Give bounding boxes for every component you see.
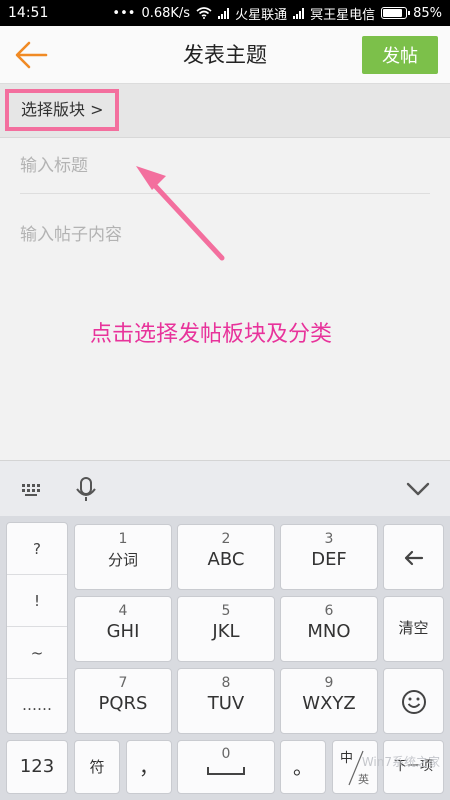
key-label: ABC <box>207 549 245 570</box>
carrier-2: 冥王星电信 <box>310 7 376 23</box>
key-label: DEF <box>311 549 347 570</box>
signal-icon <box>218 7 230 19</box>
key-number: 1 <box>118 531 128 547</box>
emoji-key[interactable] <box>383 668 444 734</box>
annotation-text: 点击选择发帖板块及分类 <box>90 322 333 347</box>
key-4[interactable]: 4 GHI <box>74 596 172 662</box>
numbers-label: 123 <box>19 756 55 777</box>
clear-key[interactable]: 清空 <box>383 596 444 662</box>
clear-label: 清空 <box>398 619 429 637</box>
space-key[interactable]: 0 <box>177 740 275 794</box>
key-2[interactable]: 2 ABC <box>177 524 275 590</box>
key-7[interactable]: 7 PQRS <box>74 668 172 734</box>
key-number: 6 <box>324 603 334 619</box>
period-label: 。 <box>293 755 313 779</box>
backspace-icon <box>404 550 423 566</box>
key-label: TUV <box>207 693 245 714</box>
key-9[interactable]: 9 WXYZ <box>280 668 378 734</box>
title-input[interactable] <box>20 138 430 194</box>
battery-icon <box>381 7 411 19</box>
key-label: JKL <box>212 621 240 642</box>
space-bar-icon <box>207 767 245 775</box>
punct-key-ellipsis[interactable]: …… <box>7 679 67 731</box>
space-number: 0 <box>221 746 231 762</box>
symbols-label: 符 <box>89 758 105 776</box>
key-number: 8 <box>221 675 231 691</box>
network-speed: 0.68K/s <box>141 5 191 21</box>
status-right: ••• 0.68K/s 火星联通 冥王星电信 85% <box>112 4 442 23</box>
more-dots-icon: ••• <box>112 5 136 21</box>
period-key[interactable]: 。 <box>280 740 326 794</box>
key-1[interactable]: 1 分词 <box>74 524 172 590</box>
watermark: Win7系统之家 <box>361 755 440 769</box>
key-number: 2 <box>221 531 231 547</box>
numbers-key[interactable]: 123 <box>6 740 68 794</box>
post-form <box>0 138 450 460</box>
key-8[interactable]: 8 TUV <box>177 668 275 734</box>
keyboard: ? ! ~ …… 1 分词 2 ABC 3 DEF 4 GHI 5 JKL 6 … <box>0 516 450 800</box>
key-number: 7 <box>118 675 128 691</box>
app-header: 发表主题 发帖 <box>0 26 450 84</box>
key-3[interactable]: 3 DEF <box>280 524 378 590</box>
board-row: 选择版块 > <box>0 84 450 138</box>
comma-key[interactable]: ， <box>126 740 172 794</box>
key-6[interactable]: 6 MNO <box>280 596 378 662</box>
punctuation-column: ? ! ~ …… <box>6 522 68 734</box>
key-number: 3 <box>324 531 334 547</box>
keyboard-switch-icon[interactable] <box>18 475 46 503</box>
punct-key-question[interactable]: ? <box>7 523 67 575</box>
post-button[interactable]: 发帖 <box>362 36 438 74</box>
key-number: 9 <box>324 675 334 691</box>
status-bar: 14:51 ••• 0.68K/s 火星联通 冥王星电信 85% <box>0 0 450 26</box>
carrier-1: 火星联通 <box>235 7 288 23</box>
select-board-button[interactable]: 选择版块 > <box>5 89 119 131</box>
signal-icon <box>293 7 305 19</box>
key-label: 分词 <box>107 551 138 569</box>
backspace-key[interactable] <box>383 524 444 590</box>
smiley-icon <box>401 690 426 714</box>
key-number: 5 <box>221 603 231 619</box>
punct-key-tilde[interactable]: ~ <box>7 627 67 679</box>
key-label: WXYZ <box>302 693 356 714</box>
punct-key-exclamation[interactable]: ! <box>7 575 67 627</box>
keyboard-toolbar <box>0 460 450 516</box>
key-number: 4 <box>118 603 128 619</box>
hide-keyboard-icon[interactable] <box>404 475 432 503</box>
comma-label: ， <box>139 755 159 779</box>
key-label: GHI <box>106 621 140 642</box>
key-5[interactable]: 5 JKL <box>177 596 275 662</box>
microphone-icon[interactable] <box>72 475 100 503</box>
lang-en-label: 英 <box>358 773 369 786</box>
key-label: PQRS <box>98 693 148 714</box>
key-label: MNO <box>307 621 351 642</box>
wifi-icon <box>196 7 212 19</box>
symbols-key[interactable]: 符 <box>74 740 120 794</box>
status-time: 14:51 <box>8 5 49 21</box>
battery-percent: 85% <box>413 5 442 21</box>
